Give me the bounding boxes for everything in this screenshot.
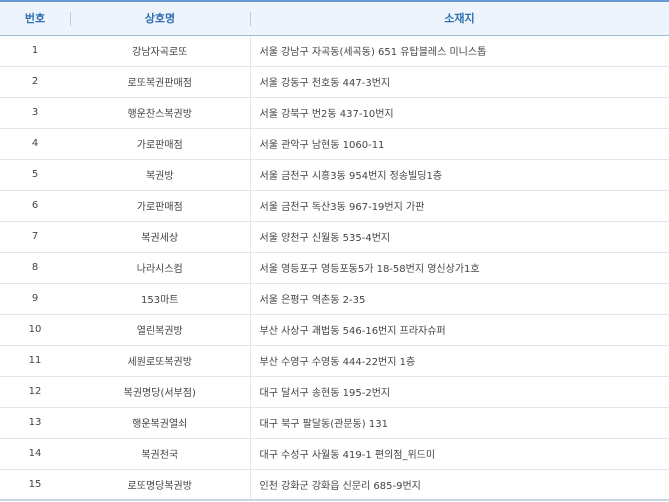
store-table-container: 번호 상호명 소재지 1 강남자곡로또 서울 강남구 자곡동(세곡동) 651 유탑… (0, 0, 669, 502)
row-number: 12 (0, 376, 70, 408)
table-row: 13 행운복권열쇠 대구 북구 팔달동(관문동) 131 (0, 407, 669, 439)
header-number: 번호 (0, 0, 70, 36)
row-store-name: 가로판매점 (70, 128, 251, 160)
header-store-name: 상호명 (70, 0, 250, 36)
row-address: 대구 북구 팔달동(관문동) 131 (250, 407, 669, 439)
row-number: 11 (0, 345, 70, 377)
row-store-name: 강남자곡로또 (70, 35, 251, 67)
table-row: 5 복권방 서울 금천구 시흥3동 954번지 정송빌딩1층 (0, 159, 669, 191)
row-address: 서울 양천구 신월동 535-4번지 (250, 221, 669, 253)
row-address: 서울 강동구 천호동 447-3번지 (250, 66, 669, 98)
row-store-name: 복권세상 (70, 221, 251, 253)
table-row: 3 행운찬스복권방 서울 강북구 번2동 437-10번지 (0, 97, 669, 129)
row-address: 서울 관악구 남현동 1060-11 (250, 128, 669, 160)
row-number: 6 (0, 190, 70, 222)
table-row: 9 153마트 서울 은평구 역촌동 2-35 (0, 283, 669, 315)
table-row: 6 가로판매점 서울 금천구 독산3동 967-19번지 가판 (0, 190, 669, 222)
header-store-name-label: 상호명 (144, 12, 176, 26)
row-number: 2 (0, 66, 70, 98)
row-address: 부산 사상구 괘법동 546-16번지 프라자슈퍼 (250, 314, 669, 346)
row-number: 5 (0, 159, 70, 191)
row-store-name: 로또복권판매점 (70, 66, 251, 98)
table-row: 7 복권세상 서울 양천구 신월동 535-4번지 (0, 221, 669, 253)
row-store-name: 복권명당(서부점) (70, 376, 251, 408)
row-address: 서울 영등포구 영등포동5가 18-58번지 영신상가1호 (250, 252, 669, 284)
row-address: 대구 달서구 송현동 195-2번지 (250, 376, 669, 408)
table-row: 14 복권천국 대구 수성구 사월동 419-1 편의점_위드미 (0, 438, 669, 470)
row-number: 1 (0, 35, 70, 67)
table-row: 4 가로판매점 서울 관악구 남현동 1060-11 (0, 128, 669, 160)
table-row: 11 세원로또복권방 부산 수영구 수영동 444-22번지 1층 (0, 345, 669, 377)
row-store-name: 가로판매점 (70, 190, 251, 222)
row-number: 13 (0, 407, 70, 439)
table-row: 12 복권명당(서부점) 대구 달서구 송현동 195-2번지 (0, 376, 669, 408)
row-number: 15 (0, 469, 70, 501)
header-address-label: 소재지 (444, 12, 475, 26)
table-body: 1 강남자곡로또 서울 강남구 자곡동(세곡동) 651 유탑블레스 미니스톱 2 로또… (0, 35, 669, 501)
table-row: 10 열린복권방 부산 사상구 괘법동 546-16번지 프라자슈퍼 (0, 314, 669, 346)
row-store-name: 열린복권방 (70, 314, 251, 346)
table-row: 8 나라시스컴 서울 영등포구 영등포동5가 18-58번지 영신상가1호 (0, 252, 669, 284)
row-store-name: 153마트 (70, 283, 251, 315)
header-separator (250, 12, 251, 26)
table-row: 15 로또명당복권방 인천 강화군 강화읍 신문리 685-9번지 (0, 469, 669, 501)
row-number: 8 (0, 252, 70, 284)
row-store-name: 세원로또복권방 (70, 345, 251, 377)
row-store-name: 행운찬스복권방 (70, 97, 251, 129)
row-store-name: 나라시스컴 (70, 252, 251, 284)
row-number: 7 (0, 221, 70, 253)
row-number: 10 (0, 314, 70, 346)
row-store-name: 행운복권열쇠 (70, 407, 251, 439)
row-store-name: 복권천국 (70, 438, 251, 470)
row-address: 서울 금천구 독산3동 967-19번지 가판 (250, 190, 669, 222)
row-store-name: 복권방 (70, 159, 251, 191)
row-address: 부산 수영구 수영동 444-22번지 1층 (250, 345, 669, 377)
row-address: 대구 수성구 사월동 419-1 편의점_위드미 (250, 438, 669, 470)
row-address: 인천 강화군 강화읍 신문리 685-9번지 (250, 469, 669, 501)
row-address: 서울 강북구 번2동 437-10번지 (250, 97, 669, 129)
row-address: 서울 은평구 역촌동 2-35 (250, 283, 669, 315)
row-address: 서울 강남구 자곡동(세곡동) 651 유탑블레스 미니스톱 (250, 35, 669, 67)
store-table: 번호 상호명 소재지 1 강남자곡로또 서울 강남구 자곡동(세곡동) 651 유탑… (0, 0, 669, 501)
table-header-row: 번호 상호명 소재지 (0, 0, 669, 36)
header-address: 소재지 (250, 0, 669, 36)
row-address: 서울 금천구 시흥3동 954번지 정송빌딩1층 (250, 159, 669, 191)
row-number: 4 (0, 128, 70, 160)
row-store-name: 로또명당복권방 (70, 469, 251, 501)
table-row: 1 강남자곡로또 서울 강남구 자곡동(세곡동) 651 유탑블레스 미니스톱 (0, 35, 669, 67)
row-number: 14 (0, 438, 70, 470)
row-number: 9 (0, 283, 70, 315)
header-separator (70, 12, 71, 26)
row-number: 3 (0, 97, 70, 129)
table-row: 2 로또복권판매점 서울 강동구 천호동 447-3번지 (0, 66, 669, 98)
